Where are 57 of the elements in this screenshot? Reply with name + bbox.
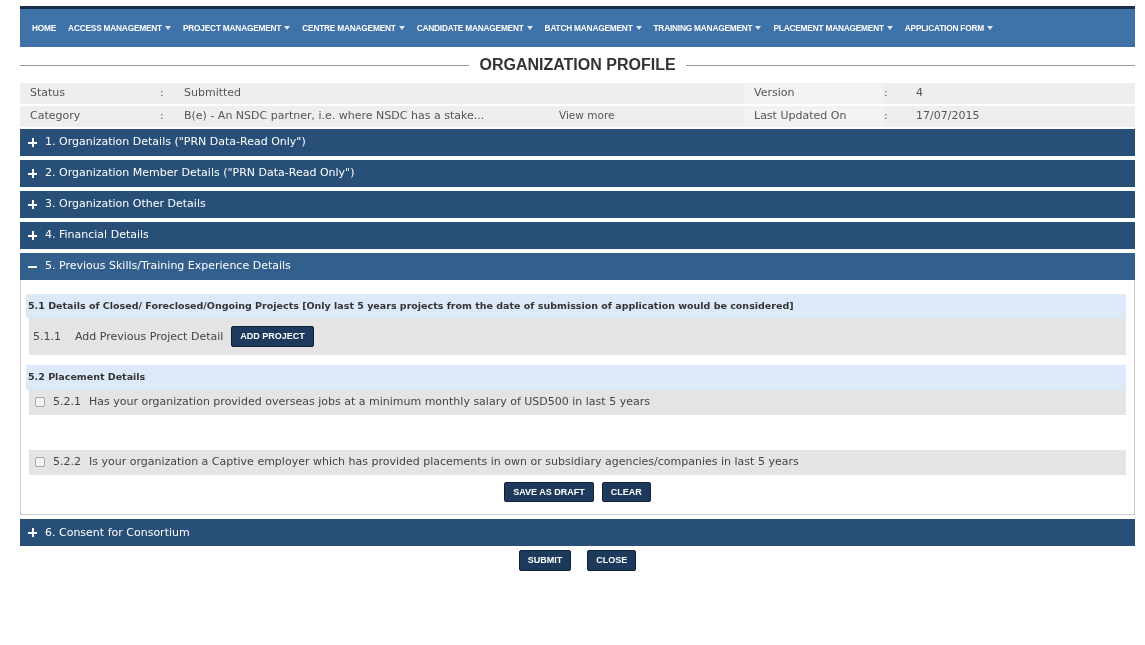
separator: : — [884, 86, 888, 100]
plus-icon — [28, 231, 37, 240]
section-heading: 5.2 Placement Details — [26, 365, 1126, 390]
separator: : — [160, 109, 164, 123]
field-label: Status — [30, 86, 66, 100]
field-value: 4 — [916, 86, 923, 100]
field-label: Version — [754, 85, 795, 102]
separator: : — [884, 109, 888, 123]
field-value: 17/07/2015 — [916, 109, 980, 123]
item-number: 5.2.1 — [53, 393, 81, 410]
nav-link[interactable]: PLACEMENT MANAGEMENT — [773, 21, 893, 35]
plus-icon — [28, 169, 37, 178]
caret-icon — [635, 26, 642, 30]
section-header[interactable]: 1. Organization Details ("PRN Data-Read Only") — [20, 129, 1135, 156]
nav-link[interactable]: APPLICATION FORM — [904, 21, 993, 35]
field-label: Category — [30, 109, 81, 123]
section-header[interactable]: 3. Organization Other Details — [20, 191, 1135, 218]
caret-icon — [284, 26, 291, 30]
caret-icon — [164, 26, 171, 30]
section-heading: 5.1 Details of Closed/ Foreclosed/Ongoing Projects [Only last 5 years projects from the date of submission of application would be considered] — [26, 294, 1126, 319]
form-button[interactable]: CLOSE — [587, 550, 637, 572]
caret-icon — [886, 26, 893, 30]
plus-icon — [28, 528, 37, 538]
checkbox[interactable] — [35, 457, 45, 467]
nav-link[interactable]: TRAINING MANAGEMENT — [653, 21, 762, 35]
caret-icon — [398, 26, 405, 30]
section-header[interactable]: 6. Consent for Consortium — [20, 519, 1135, 547]
question-text: Has your organization provided overseas jobs at a minimum monthly salary of USD500 in last 5 years — [89, 393, 650, 410]
form-button[interactable]: CLEAR — [601, 481, 651, 503]
caret-icon — [755, 26, 762, 30]
nav-link[interactable]: ACCESS MANAGEMENT — [68, 21, 171, 35]
page-title: ORGANIZATION PROFILE — [478, 55, 677, 75]
form-button[interactable]: SAVE AS DRAFT — [504, 481, 594, 503]
view-more-link[interactable]: View more — [559, 109, 615, 122]
section-header[interactable]: 4. Financial Details — [20, 222, 1135, 249]
nav-link[interactable]: CENTRE MANAGEMENT — [302, 21, 405, 35]
section-header[interactable]: 5. Previous Skills/Training Experience Details — [20, 253, 1135, 280]
nav-link[interactable]: HOME — [32, 21, 57, 35]
item-number: 5.2.2 — [53, 453, 81, 470]
add-project-button[interactable]: ADD PROJECT — [231, 326, 314, 348]
question-text: Is your organization a Captive employer which has provided placements in own or subsidiary agencies/companies in last 5 years — [89, 453, 799, 470]
section-header[interactable]: 2. Organization Member Details ("PRN Data-Read Only") — [20, 160, 1135, 187]
caret-icon — [526, 26, 533, 30]
item-number: 5.1.1 — [33, 328, 61, 345]
field-value: B(e) - An NSDC partner, i.e. where NSDC has a stake... — [184, 109, 485, 123]
plus-icon — [28, 138, 37, 147]
field-label: Add Previous Project Detail — [75, 328, 224, 345]
form-button[interactable]: SUBMIT — [518, 550, 572, 572]
separator: : — [160, 86, 164, 100]
checkbox[interactable] — [35, 397, 45, 407]
field-label: Last Updated On — [754, 108, 847, 125]
plus-icon — [28, 200, 37, 209]
nav-link[interactable]: PROJECT MANAGEMENT — [182, 21, 291, 35]
nav-link[interactable]: BATCH MANAGEMENT — [544, 21, 642, 35]
nav-link[interactable]: CANDIDATE MANAGEMENT — [416, 21, 533, 35]
field-value: Submitted — [184, 86, 242, 100]
caret-icon — [986, 26, 993, 30]
